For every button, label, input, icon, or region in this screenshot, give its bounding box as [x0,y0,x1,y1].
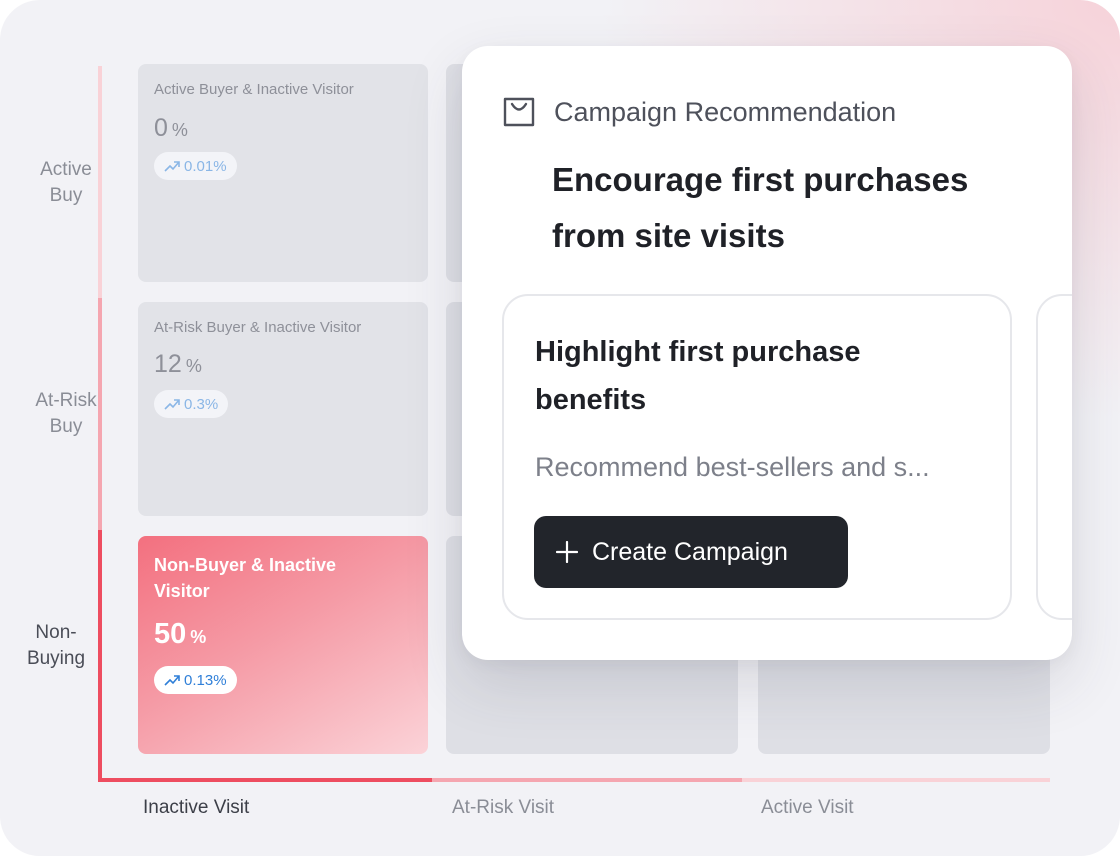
segment-cell-at-risk-buyer-inactive-visitor[interactable]: At-Risk Buyer & Inactive Visitor 12% 0.3… [138,302,428,516]
segment-value: 0% [154,114,188,142]
recommendation-title: Highlight first purchase benefits [535,336,861,416]
y-axis-segment-non-buying [98,530,102,782]
trend-up-icon [164,675,180,686]
x-axis-label-inactive-visit: Inactive Visit [143,797,250,818]
trend-badge: 0.01% [154,152,237,180]
campaign-recommendation-card: Campaign Recommendation Encourage first … [462,46,1072,660]
segment-title: Non-Buyer & Inactive Visitor [154,555,337,601]
segment-cell-non-buyer-inactive-visitor[interactable]: Non-Buyer & Inactive Visitor 50% 0.13% [138,536,428,754]
card-header-label: Campaign Recommendation [554,96,897,127]
trend-up-icon [164,161,180,172]
y-axis-label-active-buy: Active Buy [40,159,92,206]
x-axis-segment-active [742,778,1050,782]
recommendation-item[interactable]: Highlight first purchase benefits Recomm… [502,294,1012,620]
segment-cell-active-buyer-inactive-visitor[interactable]: Active Buyer & Inactive Visitor 0% 0.01% [138,64,428,282]
segment-matrix-panel: Active Buy At-Risk Buy Non- Buying Inact… [0,0,1120,856]
recommendation-item-next[interactable] [1036,294,1072,620]
shopping-bag-icon [503,97,535,127]
card-header: Campaign Recommendation [502,96,896,128]
segment-value: 12% [154,350,202,378]
create-campaign-button[interactable]: Create Campaign [534,516,848,588]
x-axis-label-at-risk-visit: At-Risk Visit [452,797,555,818]
trend-up-icon [164,399,180,410]
y-axis-label-at-risk-buy: At-Risk Buy [35,390,97,437]
create-campaign-label: Create Campaign [592,537,788,566]
segment-title: At-Risk Buyer & Inactive Visitor [154,319,362,336]
x-axis-label-active-visit: Active Visit [761,797,854,818]
recommendation-description: Recommend best-sellers and s... [535,452,930,482]
trend-badge: 0.3% [154,390,229,418]
segment-title: Active Buyer & Inactive Visitor [154,81,354,98]
plus-icon [556,541,578,563]
segment-value: 50% [154,618,207,650]
card-title: Encourage first purchases from site visi… [552,161,969,254]
x-axis-segment-inactive [98,778,432,782]
y-axis-label-non-buying: Non- Buying [26,622,86,669]
x-axis-segment-at-risk [432,778,742,782]
trend-badge: 0.13% [154,666,237,694]
